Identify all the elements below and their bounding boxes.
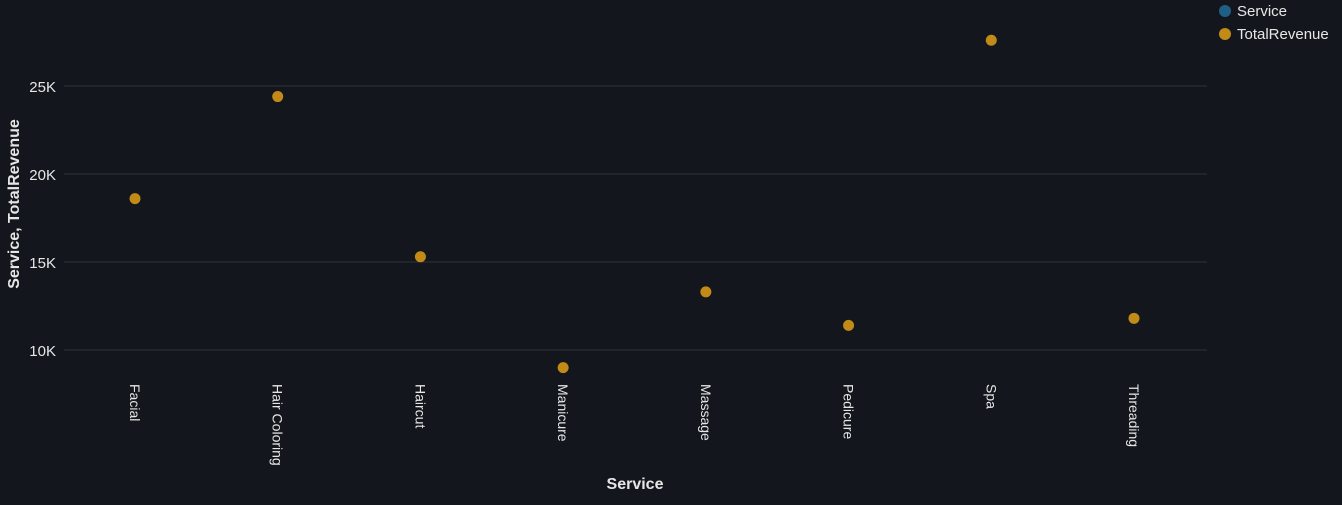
y-tick-label: 20K (29, 167, 56, 184)
x-axis-label: Service (607, 476, 664, 493)
x-tick-label: Massage (698, 384, 714, 441)
legend-label[interactable]: Service (1237, 3, 1287, 20)
x-tick-label: Facial (127, 384, 143, 421)
legend-marker (1219, 5, 1231, 17)
data-point[interactable] (129, 193, 141, 205)
data-point[interactable] (985, 34, 997, 46)
legend-marker (1219, 28, 1231, 40)
chart: 10K 15K 20K 25K Facial Hair Coloring Haircut M… (0, 0, 1342, 500)
y-tick-label: 15K (29, 255, 56, 272)
x-tick-label: Pedicure (841, 384, 857, 439)
y-tick-label: 25K (29, 79, 56, 96)
data-point[interactable] (414, 251, 426, 263)
x-tick-label: Hair Coloring (270, 384, 286, 466)
x-tick-labels: Facial Hair Coloring Haircut Manicure Massag… (127, 384, 1142, 466)
data-point[interactable] (1128, 312, 1140, 324)
data-point[interactable] (557, 362, 569, 374)
data-points (129, 34, 1140, 374)
data-point[interactable] (700, 286, 712, 298)
x-tick-label: Manicure (555, 384, 571, 442)
legend: Service TotalRevenue (1219, 3, 1329, 43)
scatter-chart-svg: 10K 15K 20K 25K Facial Hair Coloring Haircut M… (6, 3, 1329, 493)
legend-label[interactable]: TotalRevenue (1237, 26, 1329, 43)
y-tick-labels: 10K 15K 20K 25K (29, 79, 56, 360)
grid-layer (64, 85, 1207, 351)
y-axis-label: Service, TotalRevenue (6, 119, 23, 289)
x-tick-label: Threading (1126, 384, 1142, 447)
data-point[interactable] (843, 319, 855, 331)
x-tick-label: Haircut (412, 384, 428, 428)
data-point[interactable] (272, 91, 284, 103)
x-tick-label: Spa (983, 384, 999, 409)
y-tick-label: 10K (29, 343, 56, 360)
